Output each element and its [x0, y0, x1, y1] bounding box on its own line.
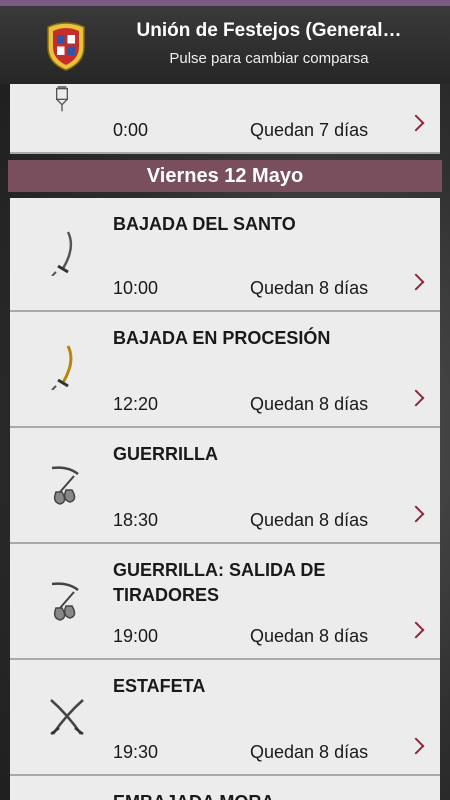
event-remaining: Quedan 8 días: [250, 278, 369, 298]
list-item[interactable]: BAJADA DEL SANTO 10:00 Quedan 8 días: [10, 198, 440, 312]
event-remaining: Quedan 7 días: [250, 120, 369, 140]
event-time: 0:00: [113, 120, 149, 140]
event-name: GUERRILLA: SALIDA DE TIRADORES: [113, 560, 326, 605]
event-name: EMBAJADA MORA: [113, 790, 413, 800]
list-item[interactable]: BAJADA EN PROCESIÓN 12:20 Quedan 8 días: [10, 312, 440, 428]
event-list: 0:00 Quedan 7 días Viernes 12 Mayo BAJAD…: [8, 84, 442, 800]
list-item[interactable]: GUERRILLA: SALIDA DE TIRADORES 19:00 Que…: [10, 544, 440, 660]
event-remaining: Quedan 8 días: [250, 742, 369, 762]
app-title[interactable]: Unión de Festejos (General…: [96, 20, 442, 42]
event-name: ESTAFETA: [113, 676, 206, 696]
blunderbuss-icon: [51, 582, 79, 621]
event-time: 12:20: [113, 394, 159, 414]
lantern-icon: [56, 86, 68, 112]
blunderbuss-icon: [51, 466, 79, 505]
event-remaining: Quedan 8 días: [250, 394, 369, 414]
chevron-right-icon[interactable]: [407, 389, 425, 407]
event-remaining: Quedan 8 días: [250, 510, 369, 530]
event-name: BAJADA EN PROCESIÓN: [113, 328, 331, 348]
shield-logo: [47, 22, 85, 71]
list-item[interactable]: 0:00 Quedan 7 días: [10, 84, 440, 154]
scimitar-icon: [51, 231, 73, 276]
event-time: 19:00: [113, 626, 159, 646]
event-time: 18:30: [113, 510, 159, 530]
event-remaining: Quedan 8 días: [250, 626, 369, 646]
list-item[interactable]: GUERRILLA 18:30 Quedan 8 días: [10, 428, 440, 544]
event-time: 10:00: [113, 278, 159, 298]
day-header: Viernes 12 Mayo: [8, 160, 442, 192]
gold-scimitar-icon: [51, 345, 73, 390]
event-name: GUERRILLA: [113, 444, 218, 464]
event-time: 19:30: [113, 742, 159, 762]
list-item[interactable]: ESTAFETA 19:30 Quedan 8 días: [10, 660, 440, 776]
app-subtitle[interactable]: Pulse para cambiar comparsa: [96, 50, 442, 67]
chevron-right-icon[interactable]: [407, 737, 425, 755]
chevron-right-icon[interactable]: [407, 114, 425, 132]
chevron-right-icon[interactable]: [407, 505, 425, 523]
list-item[interactable]: EMBAJADA MORA: [10, 776, 440, 800]
app-header[interactable]: Unión de Festejos (General… Pulse para c…: [0, 6, 450, 84]
event-name: BAJADA DEL SANTO: [113, 214, 296, 234]
chevron-right-icon[interactable]: [407, 621, 425, 639]
chevron-right-icon[interactable]: [407, 273, 425, 291]
crossed-swords-icon: [50, 699, 84, 735]
